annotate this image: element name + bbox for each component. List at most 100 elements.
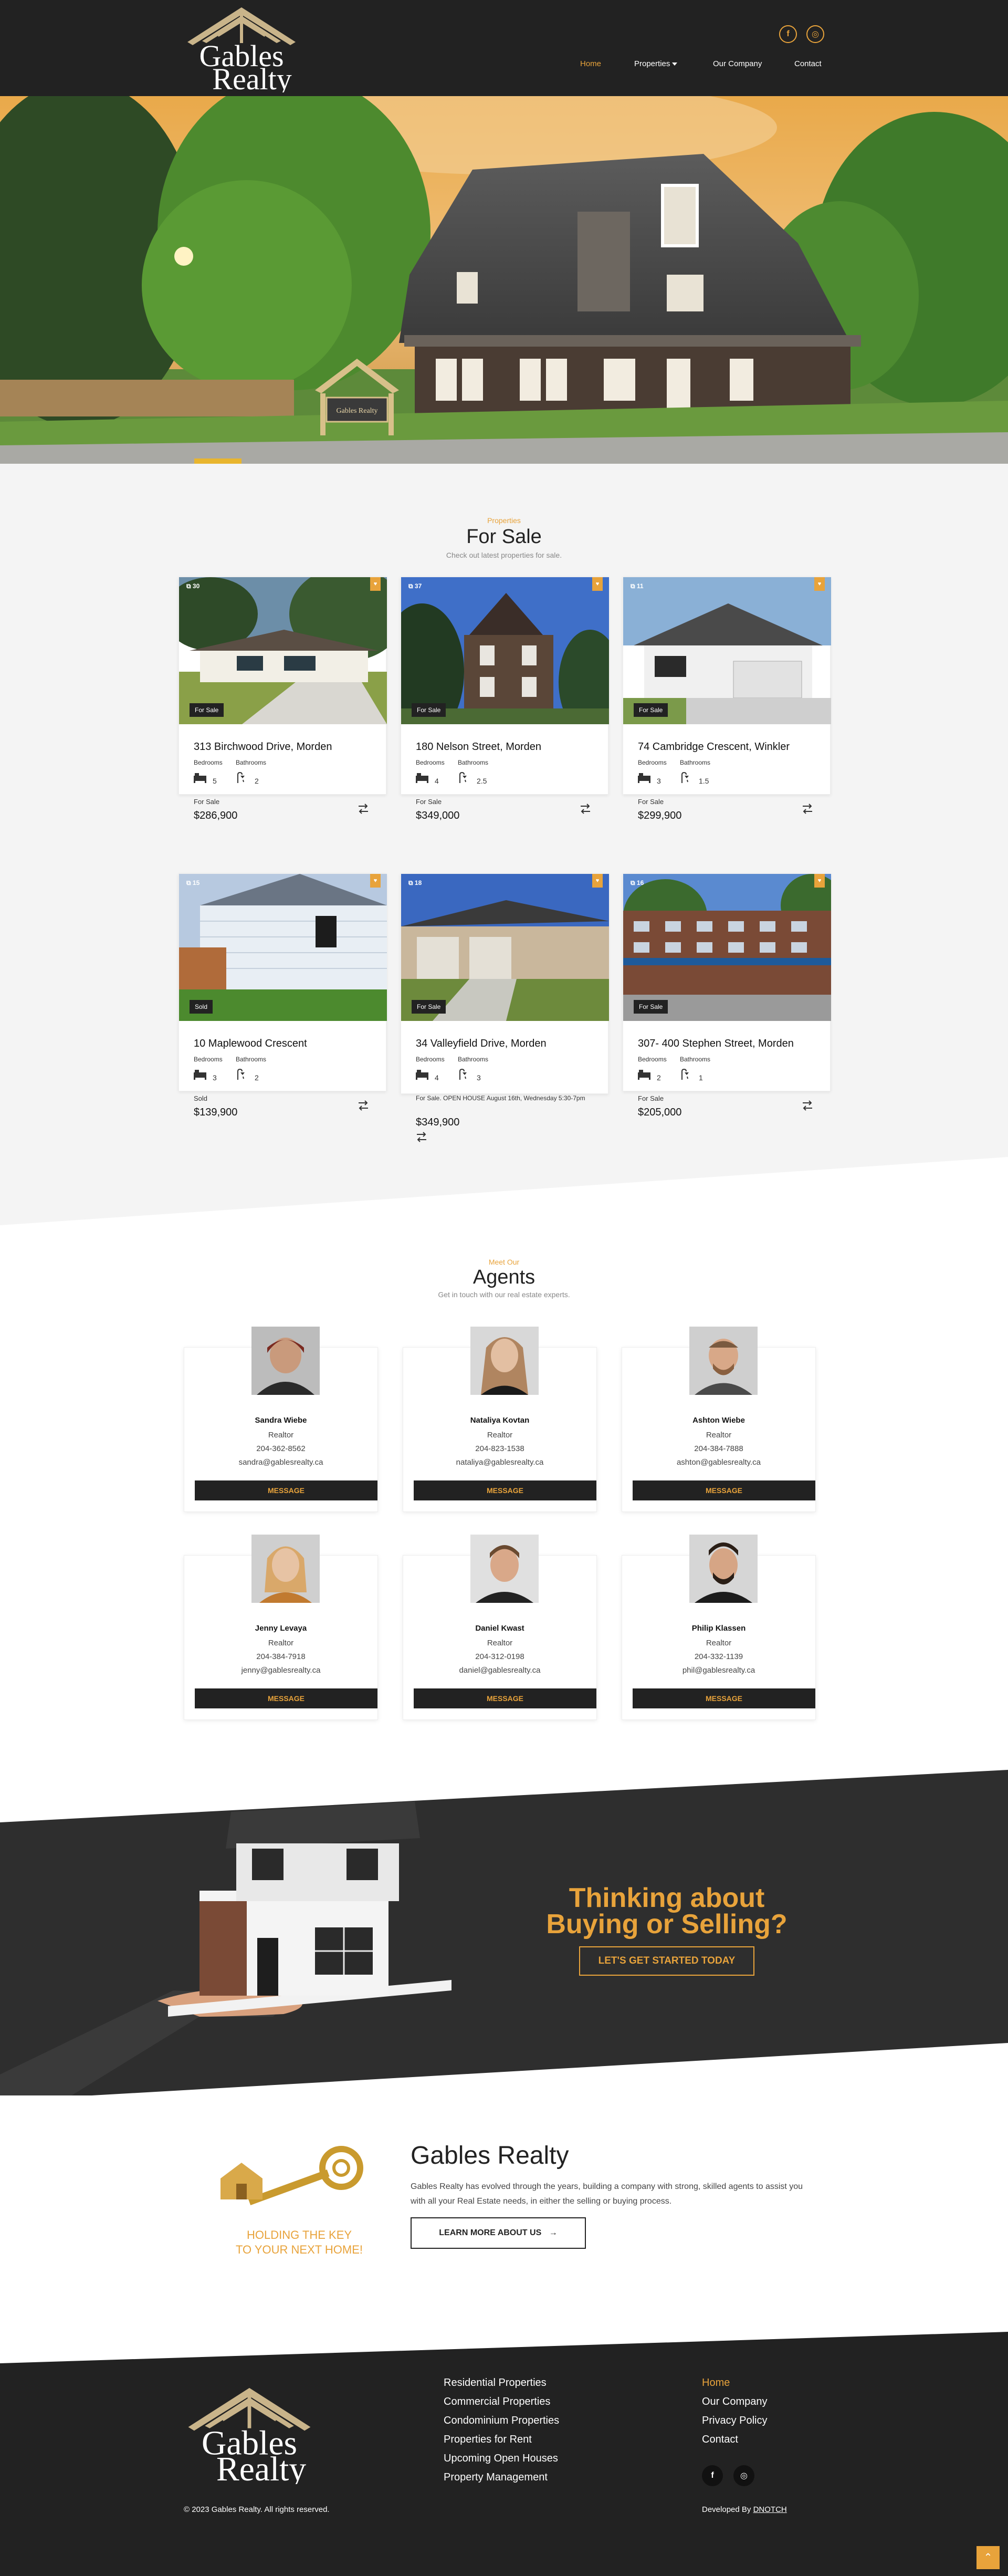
message-button[interactable]: MESSAGE xyxy=(633,1480,815,1500)
listing-address[interactable]: 307- 400 Stephen Street, Morden xyxy=(638,1038,794,1050)
nav-properties[interactable]: Properties xyxy=(634,59,678,68)
agent-phone[interactable]: 204-384-7888 xyxy=(622,1444,815,1453)
agent-photo xyxy=(689,1535,758,1603)
listing-address[interactable]: 180 Nelson Street, Morden xyxy=(416,741,541,753)
bedrooms-value: 4 xyxy=(435,1073,439,1082)
bathrooms-label: Bathrooms xyxy=(680,1056,711,1063)
listing-photo[interactable] xyxy=(623,874,831,1021)
developed-by-prefix: Developed By xyxy=(702,2505,751,2514)
listing-card-4[interactable]: ⧉ 15 ♥ Sold 10 Maplewood Crescent Bedroo… xyxy=(178,873,387,1118)
message-button[interactable]: MESSAGE xyxy=(195,1480,377,1500)
agent-phone[interactable]: 204-332-1139 xyxy=(622,1652,815,1661)
agent-phone[interactable]: 204-823-1538 xyxy=(403,1444,596,1453)
nav-home[interactable]: Home xyxy=(580,59,601,68)
photo-count: ⧉ 30 xyxy=(186,582,200,590)
listing-card-3[interactable]: ⧉ 11 ♥ For Sale 74 Cambridge Crescent, W… xyxy=(623,577,831,821)
instagram-icon[interactable]: ◎ xyxy=(806,25,824,43)
nav-our-company[interactable]: Our Company xyxy=(713,59,762,68)
favorite-icon[interactable]: ♥ xyxy=(370,577,381,591)
get-started-button[interactable]: LET'S GET STARTED TODAY xyxy=(579,1946,754,1976)
agent-name: Jenny Levaya xyxy=(255,1624,307,1633)
message-button[interactable]: MESSAGE xyxy=(633,1688,815,1708)
footer-link-residential[interactable]: Residential Properties xyxy=(444,2377,547,2389)
listing-address[interactable]: 74 Cambridge Crescent, Winkler xyxy=(638,741,790,753)
cta-background xyxy=(0,1770,1008,2101)
listing-photo[interactable] xyxy=(623,577,831,724)
bed-icon xyxy=(638,1070,650,1080)
status-badge: For Sale xyxy=(634,703,668,717)
listing-card-1[interactable]: ⧉ 30 ♥ For Sale 313 Birchwood Drive, Mor… xyxy=(178,577,387,821)
learn-more-button[interactable]: LEARN MORE ABOUT US → xyxy=(411,2217,586,2249)
bed-icon xyxy=(194,773,206,783)
listing-card-5[interactable]: ⧉ 18 ♥ For Sale 34 Valleyfield Drive, Mo… xyxy=(401,873,609,1142)
agent-email[interactable]: sandra@gablesrealty.ca xyxy=(184,1458,377,1467)
message-button[interactable]: MESSAGE xyxy=(195,1688,377,1708)
footer-instagram-icon[interactable]: ◎ xyxy=(733,2465,754,2486)
listing-address[interactable]: 10 Maplewood Crescent xyxy=(194,1038,307,1050)
nav-contact[interactable]: Contact xyxy=(794,59,822,68)
bathrooms-value: 1 xyxy=(699,1073,703,1082)
section-divider xyxy=(0,1157,1008,1225)
about-tagline-1: HOLDING THE KEY xyxy=(246,2228,352,2241)
footer-link-home[interactable]: Home xyxy=(702,2377,730,2389)
footer-logo[interactable]: Gables Realty xyxy=(181,2384,318,2484)
favorite-icon[interactable]: ♥ xyxy=(814,577,825,591)
footer-link-management[interactable]: Property Management xyxy=(444,2471,548,2484)
photo-count: ⧉ 16 xyxy=(631,879,644,887)
agent-email[interactable]: phil@gablesrealty.ca xyxy=(622,1666,815,1675)
agent-phone[interactable]: 204-312-0198 xyxy=(403,1652,596,1661)
agent-card-3: Ashton Wiebe Realtor 204-384-7888 ashton… xyxy=(622,1327,816,1512)
footer-link-rent[interactable]: Properties for Rent xyxy=(444,2434,532,2446)
favorite-icon[interactable]: ♥ xyxy=(814,874,825,888)
agent-card-4: Jenny Levaya Realtor 204-384-7918 jenny@… xyxy=(184,1535,378,1720)
favorite-icon[interactable]: ♥ xyxy=(592,874,603,888)
listing-photo[interactable] xyxy=(179,577,387,724)
developer-link[interactable]: DNOTCH xyxy=(753,2505,787,2514)
footer-link-open-houses[interactable]: Upcoming Open Houses xyxy=(444,2453,558,2465)
footer-link-condominium[interactable]: Condominium Properties xyxy=(444,2415,559,2427)
compare-icon[interactable] xyxy=(580,803,591,815)
agent-phone[interactable]: 204-384-7918 xyxy=(184,1652,377,1661)
compare-icon[interactable] xyxy=(358,803,369,815)
site-footer: Gables Realty Residential Properties Com… xyxy=(0,2332,1008,2576)
agent-email[interactable]: ashton@gablesrealty.ca xyxy=(622,1458,815,1467)
favorite-icon[interactable]: ♥ xyxy=(592,577,603,591)
agent-email[interactable]: jenny@gablesrealty.ca xyxy=(184,1666,377,1675)
footer-link-commercial[interactable]: Commercial Properties xyxy=(444,2396,550,2408)
footer-link-privacy[interactable]: Privacy Policy xyxy=(702,2415,767,2427)
agent-phone[interactable]: 204-362-8562 xyxy=(184,1444,377,1453)
bathrooms-value: 2 xyxy=(255,777,259,785)
footer-link-contact[interactable]: Contact xyxy=(702,2434,738,2446)
listing-card-2[interactable]: ⧉ 37 ♥ For Sale 180 Nelson Street, Morde… xyxy=(401,577,609,821)
golden-key-image xyxy=(220,2146,363,2205)
favorite-icon[interactable]: ♥ xyxy=(370,874,381,888)
compare-icon[interactable] xyxy=(416,1131,427,1143)
footer-facebook-icon[interactable]: f xyxy=(702,2465,723,2486)
bed-icon xyxy=(416,1070,428,1080)
listing-photo[interactable] xyxy=(401,577,609,724)
listing-address[interactable]: 313 Birchwood Drive, Morden xyxy=(194,741,332,753)
footer-link-our-company[interactable]: Our Company xyxy=(702,2396,768,2408)
agent-card-1: Sandra Wiebe Realtor 204-362-8562 sandra… xyxy=(184,1327,378,1512)
facebook-icon[interactable]: f xyxy=(779,25,797,43)
message-button[interactable]: MESSAGE xyxy=(414,1688,596,1708)
gables-realty-logo[interactable]: Gables Realty xyxy=(181,4,302,92)
shower-icon xyxy=(681,771,689,783)
agent-email[interactable]: daniel@gablesrealty.ca xyxy=(403,1666,596,1675)
agent-card-5: Daniel Kwast Realtor 204-312-0198 daniel… xyxy=(403,1535,597,1720)
message-button[interactable]: MESSAGE xyxy=(414,1480,596,1500)
compare-icon[interactable] xyxy=(358,1100,369,1111)
listing-card-6[interactable]: ⧉ 16 ♥ For Sale 307- 400 Stephen Street,… xyxy=(623,873,831,1118)
listing-photo[interactable] xyxy=(401,874,609,1021)
listing-photo[interactable] xyxy=(179,874,387,1021)
back-to-top-button[interactable]: ⌃ xyxy=(976,2546,1000,2569)
learn-more-label: LEARN MORE ABOUT US xyxy=(439,2228,542,2237)
photo-count: ⧉ 11 xyxy=(631,582,644,590)
agent-email[interactable]: nataliya@gablesrealty.ca xyxy=(403,1458,596,1467)
compare-icon[interactable] xyxy=(802,1100,813,1111)
bedrooms-value: 3 xyxy=(657,777,661,785)
bathrooms-label: Bathrooms xyxy=(680,759,711,766)
listing-address[interactable]: 34 Valleyfield Drive, Morden xyxy=(416,1038,547,1050)
compare-icon[interactable] xyxy=(802,803,813,815)
bedrooms-value: 2 xyxy=(657,1073,661,1082)
